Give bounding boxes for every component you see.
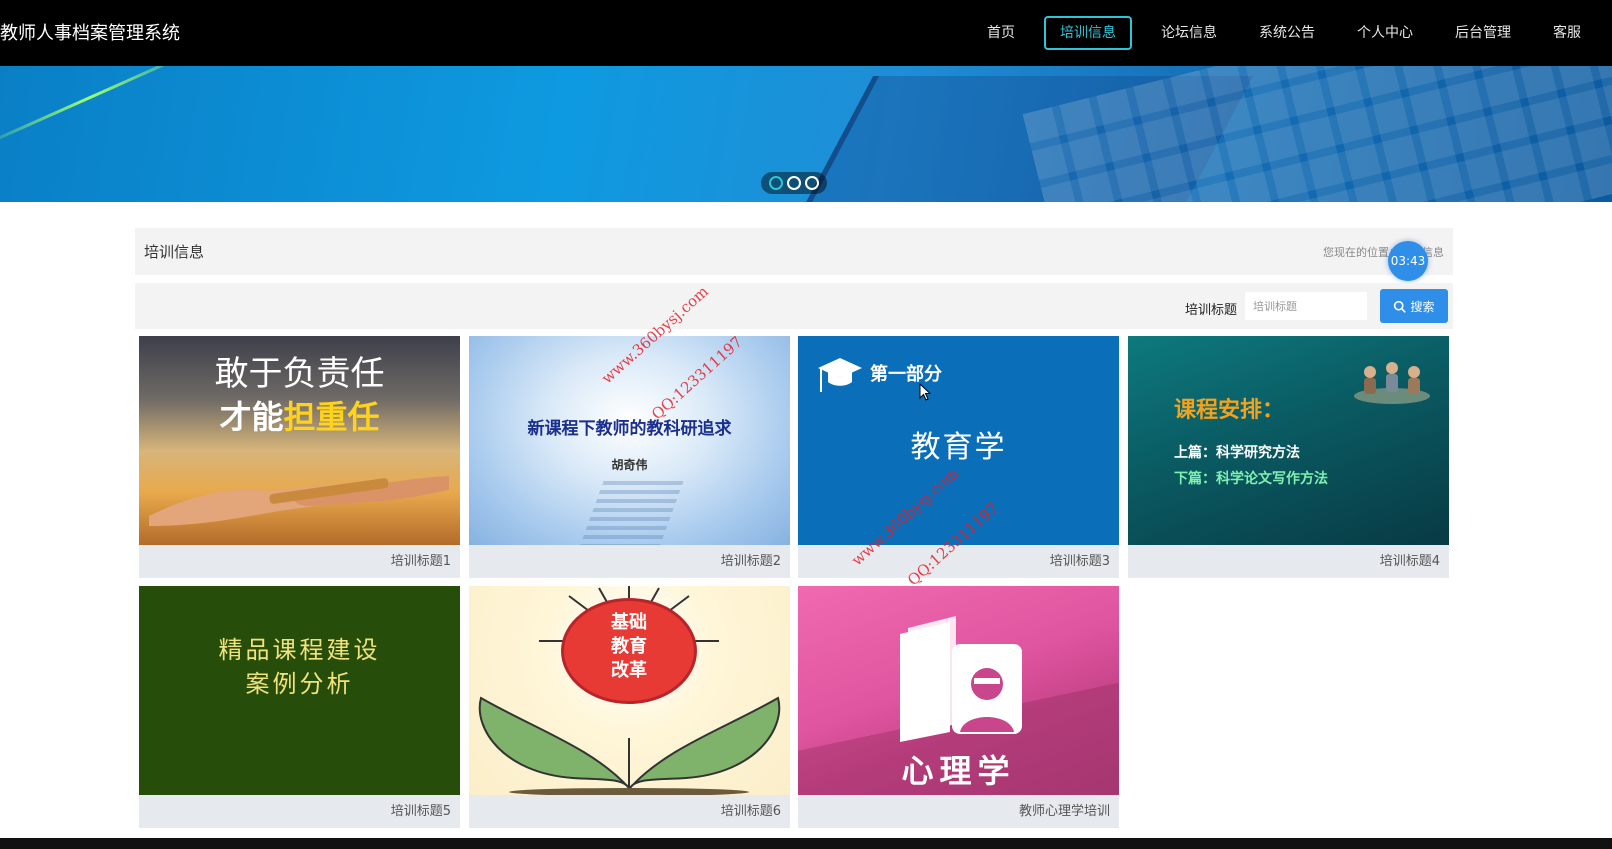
image-text-highlight: 担重任 <box>283 398 380 436</box>
training-card[interactable]: 新课程下教师的教科研追求 胡奇伟 培训标题2 <box>469 336 790 578</box>
search-button-label: 搜索 <box>1410 299 1435 314</box>
handshake-illustration <box>149 476 449 526</box>
training-card[interactable]: 精品课程建设 案例分析 培训标题5 <box>139 586 460 828</box>
site-brand[interactable]: 教师人事档案管理系统 <box>0 19 180 45</box>
search-button[interactable]: 搜索 <box>1380 289 1448 323</box>
footer-strip <box>0 838 1612 849</box>
sprout-leaves-illustration <box>478 696 781 795</box>
image-text: 新课程下教师的教科研追求 <box>527 419 732 439</box>
section-title: 培训信息 <box>144 243 205 261</box>
section-header: 培训信息 您现在的位置：培训信息 <box>135 228 1453 275</box>
nav-forum[interactable]: 论坛信息 <box>1140 16 1238 50</box>
search-panel: 培训标题 搜索 <box>135 283 1453 329</box>
recording-timer-badge[interactable]: 03:43 <box>1388 241 1428 281</box>
top-navbar: 教师人事档案管理系统 首页 培训信息 论坛信息 系统公告 个人中心 后台管理 客… <box>0 0 1612 66</box>
image-text: 精品课程建设 <box>218 636 381 664</box>
training-card-image[interactable]: 第一部分 教育学 <box>798 336 1119 545</box>
training-card-title[interactable]: 教师心理学培训 <box>1019 800 1110 819</box>
training-card-image[interactable]: 基础 教育 改革 <box>469 586 790 795</box>
nav-customer-service[interactable]: 客服 <box>1532 16 1602 50</box>
carousel-dot-1[interactable] <box>769 176 783 190</box>
search-label: 培训标题 <box>1184 303 1237 318</box>
image-text: 心理学 <box>901 752 1016 790</box>
image-text: 下篇：科学论文写作方法 <box>1174 471 1328 487</box>
image-text: 第一部分 <box>870 364 942 385</box>
training-card-title[interactable]: 培训标题2 <box>721 550 781 569</box>
image-text: 上篇：科学研究方法 <box>1174 445 1300 461</box>
carousel-dot-2[interactable] <box>787 176 801 190</box>
training-card-image[interactable]: 敢于负责任 才能担重任 <box>139 336 460 545</box>
graduation-cap-icon <box>818 358 862 392</box>
image-text: 教育学 <box>910 430 1007 465</box>
image-text: 基础 <box>611 612 647 633</box>
training-card-title[interactable]: 培训标题3 <box>1050 550 1110 569</box>
training-card-image[interactable]: 心理学 <box>798 586 1119 795</box>
great-wall-shape <box>572 476 686 545</box>
image-text: 课程安排： <box>1174 398 1285 423</box>
carousel-indicators <box>761 172 827 194</box>
training-card-image[interactable]: 课程安排： 上篇：科学研究方法 下篇：科学论文写作方法 <box>1128 336 1449 545</box>
training-card-title[interactable]: 培训标题1 <box>391 550 451 569</box>
carousel-dot-3[interactable] <box>805 176 819 190</box>
nav-admin[interactable]: 后台管理 <box>1434 16 1532 50</box>
nav-home[interactable]: 首页 <box>966 16 1036 50</box>
nav-training-info[interactable]: 培训信息 <box>1044 16 1132 50</box>
image-text: 教育 <box>611 636 647 657</box>
mouse-cursor-icon <box>919 383 931 401</box>
image-text: 敢于负责任 <box>214 354 385 394</box>
training-card-title[interactable]: 培训标题4 <box>1380 550 1440 569</box>
banner-light-streak <box>0 66 210 152</box>
training-card[interactable]: 课程安排： 上篇：科学研究方法 下篇：科学论文写作方法 培训标题4 <box>1128 336 1449 578</box>
search-icon <box>1394 300 1407 313</box>
people-group-illustration <box>1354 362 1430 404</box>
search-input[interactable] <box>1245 292 1367 320</box>
training-card[interactable]: 心理学 教师心理学培训 <box>798 586 1119 828</box>
nav-personal-center[interactable]: 个人中心 <box>1336 16 1434 50</box>
training-card[interactable]: 敢于负责任 才能担重任 培训标题1 <box>139 336 460 578</box>
image-text-part: 才能 <box>219 398 284 436</box>
book-person-icon <box>900 616 1022 742</box>
image-text: 胡奇伟 <box>611 458 648 472</box>
main-nav: 首页 培训信息 论坛信息 系统公告 个人中心 后台管理 客服 <box>966 0 1612 66</box>
image-text: 案例分析 <box>245 670 354 698</box>
training-card[interactable]: 基础 教育 改革 培训标题6 <box>469 586 790 828</box>
training-card-title[interactable]: 培训标题5 <box>391 800 451 819</box>
nav-announcements[interactable]: 系统公告 <box>1238 16 1336 50</box>
training-card-title[interactable]: 培训标题6 <box>721 800 781 819</box>
image-text: 才能担重任 <box>139 392 460 438</box>
training-card-image[interactable]: 精品课程建设 案例分析 <box>139 586 460 795</box>
